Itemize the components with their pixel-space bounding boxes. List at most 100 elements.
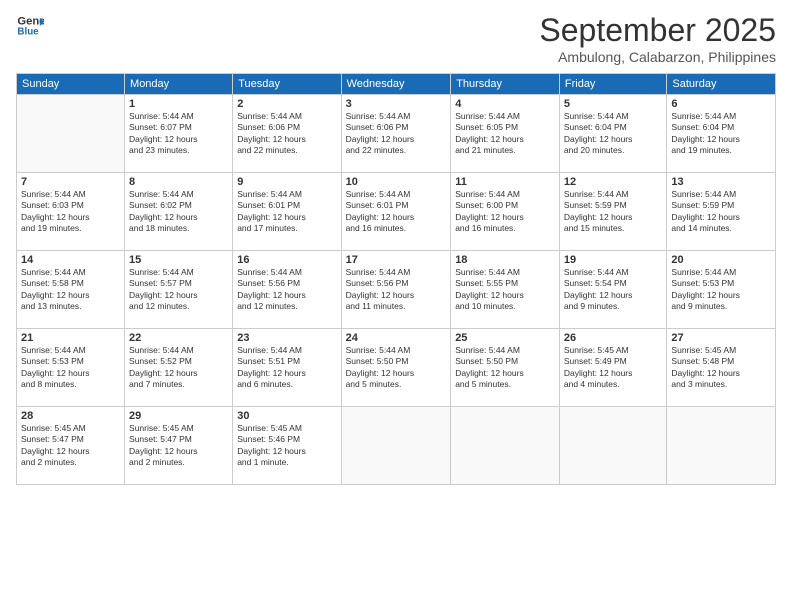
header: General Blue September 2025 Ambulong, Ca… [16,12,776,65]
day-number: 11 [455,176,555,188]
day-info: Sunrise: 5:44 AMSunset: 5:57 PMDaylight:… [129,267,228,313]
table-row: 24Sunrise: 5:44 AMSunset: 5:50 PMDayligh… [341,329,451,407]
table-row [451,407,560,485]
day-info: Sunrise: 5:44 AMSunset: 5:50 PMDaylight:… [455,345,555,391]
table-row: 17Sunrise: 5:44 AMSunset: 5:56 PMDayligh… [341,251,451,329]
day-number: 9 [237,176,336,188]
table-row: 19Sunrise: 5:44 AMSunset: 5:54 PMDayligh… [559,251,667,329]
day-number: 28 [21,410,120,422]
day-number: 23 [237,332,336,344]
calendar-week-row: 21Sunrise: 5:44 AMSunset: 5:53 PMDayligh… [17,329,776,407]
table-row: 27Sunrise: 5:45 AMSunset: 5:48 PMDayligh… [667,329,776,407]
day-info: Sunrise: 5:44 AMSunset: 6:00 PMDaylight:… [455,189,555,235]
day-number: 30 [237,410,336,422]
calendar-table: Sunday Monday Tuesday Wednesday Thursday… [16,73,776,485]
logo-icon: General Blue [16,12,44,40]
table-row: 20Sunrise: 5:44 AMSunset: 5:53 PMDayligh… [667,251,776,329]
month-title: September 2025 [539,12,776,49]
logo: General Blue [16,12,44,40]
location-title: Ambulong, Calabarzon, Philippines [539,49,776,65]
table-row: 26Sunrise: 5:45 AMSunset: 5:49 PMDayligh… [559,329,667,407]
table-row: 8Sunrise: 5:44 AMSunset: 6:02 PMDaylight… [125,173,233,251]
day-number: 7 [21,176,120,188]
table-row: 15Sunrise: 5:44 AMSunset: 5:57 PMDayligh… [125,251,233,329]
day-info: Sunrise: 5:44 AMSunset: 5:53 PMDaylight:… [21,345,120,391]
table-row: 23Sunrise: 5:44 AMSunset: 5:51 PMDayligh… [233,329,341,407]
day-info: Sunrise: 5:44 AMSunset: 5:59 PMDaylight:… [564,189,663,235]
day-number: 24 [346,332,447,344]
day-number: 2 [237,98,336,110]
table-row: 12Sunrise: 5:44 AMSunset: 5:59 PMDayligh… [559,173,667,251]
day-info: Sunrise: 5:44 AMSunset: 6:04 PMDaylight:… [671,111,771,157]
day-number: 22 [129,332,228,344]
table-row: 22Sunrise: 5:44 AMSunset: 5:52 PMDayligh… [125,329,233,407]
day-info: Sunrise: 5:44 AMSunset: 6:07 PMDaylight:… [129,111,228,157]
day-info: Sunrise: 5:44 AMSunset: 5:50 PMDaylight:… [346,345,447,391]
calendar-week-row: 1Sunrise: 5:44 AMSunset: 6:07 PMDaylight… [17,95,776,173]
day-number: 25 [455,332,555,344]
day-info: Sunrise: 5:44 AMSunset: 6:02 PMDaylight:… [129,189,228,235]
day-info: Sunrise: 5:44 AMSunset: 5:55 PMDaylight:… [455,267,555,313]
table-row: 14Sunrise: 5:44 AMSunset: 5:58 PMDayligh… [17,251,125,329]
day-number: 15 [129,254,228,266]
table-row: 28Sunrise: 5:45 AMSunset: 5:47 PMDayligh… [17,407,125,485]
table-row: 7Sunrise: 5:44 AMSunset: 6:03 PMDaylight… [17,173,125,251]
day-info: Sunrise: 5:44 AMSunset: 6:06 PMDaylight:… [237,111,336,157]
day-info: Sunrise: 5:44 AMSunset: 5:51 PMDaylight:… [237,345,336,391]
col-friday: Friday [559,74,667,95]
table-row: 4Sunrise: 5:44 AMSunset: 6:05 PMDaylight… [451,95,560,173]
day-number: 3 [346,98,447,110]
col-thursday: Thursday [451,74,560,95]
day-number: 14 [21,254,120,266]
day-info: Sunrise: 5:45 AMSunset: 5:47 PMDaylight:… [21,423,120,469]
table-row: 18Sunrise: 5:44 AMSunset: 5:55 PMDayligh… [451,251,560,329]
day-number: 16 [237,254,336,266]
day-info: Sunrise: 5:44 AMSunset: 5:59 PMDaylight:… [671,189,771,235]
calendar-week-row: 28Sunrise: 5:45 AMSunset: 5:47 PMDayligh… [17,407,776,485]
col-sunday: Sunday [17,74,125,95]
day-number: 12 [564,176,663,188]
table-row: 10Sunrise: 5:44 AMSunset: 6:01 PMDayligh… [341,173,451,251]
table-row: 25Sunrise: 5:44 AMSunset: 5:50 PMDayligh… [451,329,560,407]
day-number: 19 [564,254,663,266]
table-row: 3Sunrise: 5:44 AMSunset: 6:06 PMDaylight… [341,95,451,173]
day-info: Sunrise: 5:44 AMSunset: 5:56 PMDaylight:… [237,267,336,313]
table-row: 16Sunrise: 5:44 AMSunset: 5:56 PMDayligh… [233,251,341,329]
day-info: Sunrise: 5:44 AMSunset: 6:03 PMDaylight:… [21,189,120,235]
day-number: 21 [21,332,120,344]
day-number: 5 [564,98,663,110]
table-row: 5Sunrise: 5:44 AMSunset: 6:04 PMDaylight… [559,95,667,173]
table-row: 2Sunrise: 5:44 AMSunset: 6:06 PMDaylight… [233,95,341,173]
day-info: Sunrise: 5:45 AMSunset: 5:48 PMDaylight:… [671,345,771,391]
table-row [667,407,776,485]
day-number: 26 [564,332,663,344]
day-info: Sunrise: 5:44 AMSunset: 5:58 PMDaylight:… [21,267,120,313]
table-row: 11Sunrise: 5:44 AMSunset: 6:00 PMDayligh… [451,173,560,251]
day-number: 4 [455,98,555,110]
day-number: 6 [671,98,771,110]
table-row [559,407,667,485]
table-row: 30Sunrise: 5:45 AMSunset: 5:46 PMDayligh… [233,407,341,485]
day-number: 29 [129,410,228,422]
day-info: Sunrise: 5:45 AMSunset: 5:47 PMDaylight:… [129,423,228,469]
table-row: 9Sunrise: 5:44 AMSunset: 6:01 PMDaylight… [233,173,341,251]
title-block: September 2025 Ambulong, Calabarzon, Phi… [539,12,776,65]
table-row [17,95,125,173]
day-number: 27 [671,332,771,344]
calendar-week-row: 14Sunrise: 5:44 AMSunset: 5:58 PMDayligh… [17,251,776,329]
day-number: 17 [346,254,447,266]
day-info: Sunrise: 5:45 AMSunset: 5:49 PMDaylight:… [564,345,663,391]
day-number: 1 [129,98,228,110]
table-row: 13Sunrise: 5:44 AMSunset: 5:59 PMDayligh… [667,173,776,251]
day-info: Sunrise: 5:44 AMSunset: 6:06 PMDaylight:… [346,111,447,157]
day-number: 13 [671,176,771,188]
col-saturday: Saturday [667,74,776,95]
table-row: 29Sunrise: 5:45 AMSunset: 5:47 PMDayligh… [125,407,233,485]
day-number: 8 [129,176,228,188]
day-number: 20 [671,254,771,266]
day-number: 10 [346,176,447,188]
day-info: Sunrise: 5:45 AMSunset: 5:46 PMDaylight:… [237,423,336,469]
table-row: 21Sunrise: 5:44 AMSunset: 5:53 PMDayligh… [17,329,125,407]
day-info: Sunrise: 5:44 AMSunset: 6:04 PMDaylight:… [564,111,663,157]
day-info: Sunrise: 5:44 AMSunset: 5:56 PMDaylight:… [346,267,447,313]
